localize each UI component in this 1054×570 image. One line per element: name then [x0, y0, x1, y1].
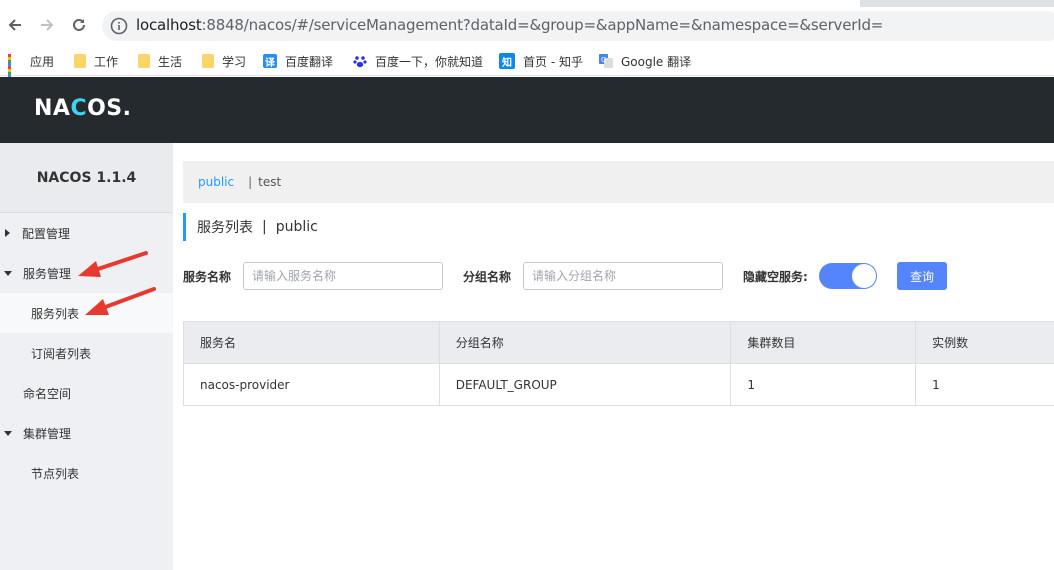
bookmark-google-translate[interactable]: G Google 翻译 — [599, 52, 691, 70]
sidebar-item-subscriber-list[interactable]: 订阅者列表 — [0, 333, 173, 373]
cell-instance-count: 1 — [932, 377, 940, 392]
reload-icon — [73, 18, 85, 31]
apps-grid-icon — [8, 54, 22, 81]
service-name-label: 服务名称 — [183, 269, 232, 284]
column-header-service-name: 服务名 — [184, 322, 440, 363]
sidebar-item-label: 集群管理 — [23, 426, 72, 441]
sidebar: NACOS 1.1.4 配置管理 服务管理 服务列表 订阅者列表 命名空间 集群… — [0, 143, 173, 570]
bookmark-label: 首页 - 知乎 — [523, 54, 583, 69]
caret-right-icon — [5, 229, 10, 237]
namespace-separator: | — [248, 175, 253, 189]
forward-button[interactable] — [36, 14, 58, 36]
caret-down-icon — [4, 430, 12, 436]
bookmark-label: 学习 — [222, 54, 247, 69]
bookmark-baidu-translate[interactable]: 译 百度翻译 — [263, 52, 333, 70]
back-button[interactable] — [4, 14, 26, 36]
sidebar-item-label: 命名空间 — [23, 386, 72, 401]
bookmark-study[interactable]: 学习 — [202, 52, 246, 70]
bookmark-label: 百度一下，你就知道 — [375, 54, 484, 69]
hide-empty-services-toggle[interactable] — [819, 263, 877, 289]
sidebar-item-cluster-management[interactable]: 集群管理 — [0, 413, 173, 453]
namespace-bar: public | test — [183, 161, 1054, 203]
namespace-test[interactable]: test — [258, 175, 281, 189]
bookmark-label: 工作 — [94, 54, 119, 69]
bookmark-zhihu[interactable]: 知 首页 - 知乎 — [499, 52, 583, 70]
group-name-input[interactable] — [523, 262, 723, 290]
baidu-translate-icon: 译 — [263, 54, 277, 69]
back-arrow-icon — [8, 19, 21, 31]
zhihu-icon: 知 — [499, 53, 515, 69]
bookmarks-bar: 应用 工作 生活 学习 译 百度翻译 百度一下，你就知道 知 首页 - 知乎 G… — [0, 46, 1054, 81]
app-header: NACOS. — [0, 77, 1054, 143]
bookmark-life[interactable]: 生活 — [138, 52, 182, 70]
info-icon[interactable] — [110, 17, 128, 35]
folder-icon — [74, 54, 86, 68]
cell-group-name: DEFAULT_GROUP — [440, 364, 732, 405]
sidebar-item-label: 订阅者列表 — [31, 346, 92, 361]
group-name-label: 分组名称 — [463, 269, 512, 284]
sidebar-item-label: 节点列表 — [31, 466, 80, 481]
column-header-group-name: 分组名称 — [440, 322, 732, 363]
cell-service-name: nacos-provider — [184, 364, 440, 405]
column-header-cluster-count: 集群数目 — [731, 322, 917, 363]
cell-cluster-count: 1 — [731, 364, 917, 405]
tab-strip — [0, 0, 1054, 7]
page-title-namespace: public — [275, 219, 318, 235]
logo-text-end: OS. — [87, 96, 132, 121]
sidebar-item-node-list[interactable]: 节点列表 — [0, 453, 173, 493]
version-label: NACOS 1.1.4 — [0, 143, 173, 213]
bookmark-label: 生活 — [158, 54, 183, 69]
bookmark-label: 百度翻译 — [285, 54, 334, 69]
url-text[interactable]: localhost:8848/nacos/#/serviceManagement… — [136, 16, 883, 34]
baidu-paw-icon — [353, 56, 367, 68]
page-title-text: 服务列表 — [197, 220, 253, 236]
table-header-row: 服务名 分组名称 集群数目 实例数 — [184, 322, 1054, 364]
address-bar[interactable]: localhost:8848/nacos/#/serviceManagement… — [102, 11, 1054, 41]
sidebar-item-config-management[interactable]: 配置管理 — [0, 213, 173, 253]
svg-text:G: G — [601, 56, 606, 64]
table-row[interactable]: nacos-provider DEFAULT_GROUP 1 1 — [184, 364, 1054, 406]
folder-icon — [202, 54, 214, 68]
sidebar-item-label: 服务列表 — [31, 306, 80, 321]
bookmark-label: Google 翻译 — [621, 54, 692, 69]
bookmark-label: 应用 — [30, 54, 55, 69]
forward-arrow-icon — [41, 19, 54, 31]
caret-down-icon — [4, 270, 12, 276]
logo-text-start: NA — [34, 96, 71, 121]
query-button[interactable]: 查询 — [897, 262, 947, 290]
browser-toolbar: localhost:8848/nacos/#/serviceManagement… — [0, 0, 1054, 46]
namespace-public[interactable]: public — [198, 175, 234, 189]
hide-empty-services-label: 隐藏空服务: — [743, 269, 808, 284]
folder-icon — [138, 54, 150, 68]
sidebar-item-label: 服务管理 — [23, 266, 72, 281]
toggle-knob — [852, 264, 876, 288]
annotation-arrow-icon — [78, 251, 148, 277]
reload-button[interactable] — [68, 14, 90, 36]
url-host: localhost — [136, 16, 202, 34]
logo-text-accent: C — [70, 96, 88, 121]
page-title: 服务列表 | public — [183, 213, 318, 241]
active-tab[interactable] — [0, 0, 860, 7]
bookmark-apps[interactable]: 应用 — [8, 52, 55, 81]
service-table: 服务名 分组名称 集群数目 实例数 nacos-provider DEFAULT… — [183, 321, 1054, 406]
column-header-instance-count: 实例数 — [932, 336, 969, 350]
sidebar-item-namespace[interactable]: 命名空间 — [0, 373, 173, 413]
url-path: :8848/nacos/#/serviceManagement?dataId=&… — [201, 16, 884, 34]
annotation-arrow-icon — [85, 287, 156, 315]
bookmark-work[interactable]: 工作 — [74, 52, 118, 70]
service-name-input[interactable] — [243, 262, 443, 290]
nacos-logo[interactable]: NACOS. — [34, 96, 132, 121]
bookmark-baidu[interactable]: 百度一下，你就知道 — [353, 52, 483, 70]
google-translate-icon: G — [599, 54, 613, 68]
sidebar-item-label: 配置管理 — [22, 226, 71, 241]
page-title-separator: | — [262, 219, 267, 235]
